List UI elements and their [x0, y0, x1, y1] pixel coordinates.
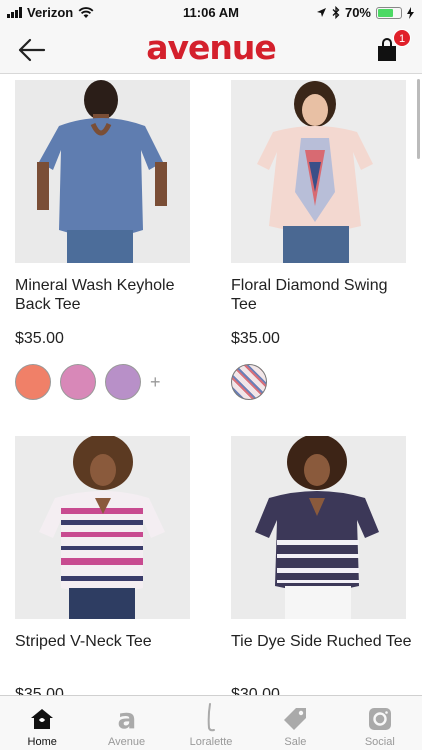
sale-tag-icon [284, 708, 307, 730]
product-name[interactable]: Mineral Wash Keyhole Back Tee [15, 276, 200, 320]
product-card[interactable]: Floral Diamond Swing Tee $35.00 [231, 80, 416, 400]
color-swatches [231, 364, 416, 400]
more-colors-button[interactable]: + [150, 372, 161, 393]
product-price: $30.00 [231, 686, 280, 695]
color-swatch[interactable] [15, 364, 51, 400]
product-name[interactable]: Tie Dye Side Ruched Tee [231, 632, 416, 676]
product-photo [15, 80, 190, 263]
product-card[interactable]: Tie Dye Side Ruched Tee $30.00 [231, 436, 416, 695]
tab-label: Sale [284, 736, 307, 748]
tab-social[interactable]: Social [338, 696, 422, 750]
instagram-icon [368, 708, 391, 730]
tab-label: Home [27, 736, 57, 748]
status-bar: Verizon 11:06 AM 70% [0, 0, 422, 26]
color-swatch[interactable] [60, 364, 96, 400]
tab-home[interactable]: Home [0, 696, 84, 750]
product-photo [231, 80, 406, 263]
tab-loralette[interactable]: Loralette [169, 696, 253, 750]
product-price: $35.00 [231, 330, 280, 347]
product-name[interactable]: Floral Diamond Swing Tee [231, 276, 416, 320]
tab-bar: Home a Avenue Loralette Sale Social [0, 695, 422, 750]
color-swatch[interactable] [231, 364, 267, 400]
product-image[interactable] [231, 436, 406, 619]
battery-icon [376, 6, 402, 19]
tab-label: Social [364, 736, 395, 748]
product-photo [231, 436, 406, 619]
home-icon [31, 709, 54, 729]
avenue-a-icon: a [117, 704, 136, 732]
svg-text:a: a [117, 704, 136, 732]
product-image[interactable] [231, 80, 406, 263]
product-grid: Mineral Wash Keyhole Back Tee $35.00 + F… [0, 75, 422, 695]
product-photo [15, 436, 190, 619]
product-price: $35.00 [15, 330, 64, 347]
tab-label: Loralette [189, 736, 233, 748]
product-image[interactable] [15, 436, 190, 619]
tab-label: Avenue [108, 736, 146, 748]
location-arrow-icon [316, 8, 326, 17]
product-image[interactable] [15, 80, 190, 263]
loralette-l-icon [207, 703, 216, 732]
tab-avenue[interactable]: a Avenue [84, 696, 168, 750]
product-card[interactable]: Mineral Wash Keyhole Back Tee $35.00 + [15, 80, 200, 400]
status-right: 70% [316, 5, 414, 20]
product-card[interactable]: Striped V-Neck Tee $35.00 [15, 436, 200, 695]
scroll-indicator[interactable] [417, 79, 420, 159]
charging-bolt-icon [407, 6, 414, 19]
color-swatches: + [15, 364, 200, 400]
color-swatch[interactable] [105, 364, 141, 400]
bluetooth-icon [332, 6, 340, 19]
product-price: $35.00 [15, 686, 64, 695]
tab-sale[interactable]: Sale [253, 696, 337, 750]
brand-logo[interactable]: avenue [0, 26, 422, 70]
battery-level [378, 8, 394, 17]
nav-bar: avenue 1 [0, 26, 422, 74]
battery-percent: 70% [344, 5, 371, 20]
product-name[interactable]: Striped V-Neck Tee [15, 632, 200, 676]
cart-count-badge: 1 [393, 29, 411, 47]
